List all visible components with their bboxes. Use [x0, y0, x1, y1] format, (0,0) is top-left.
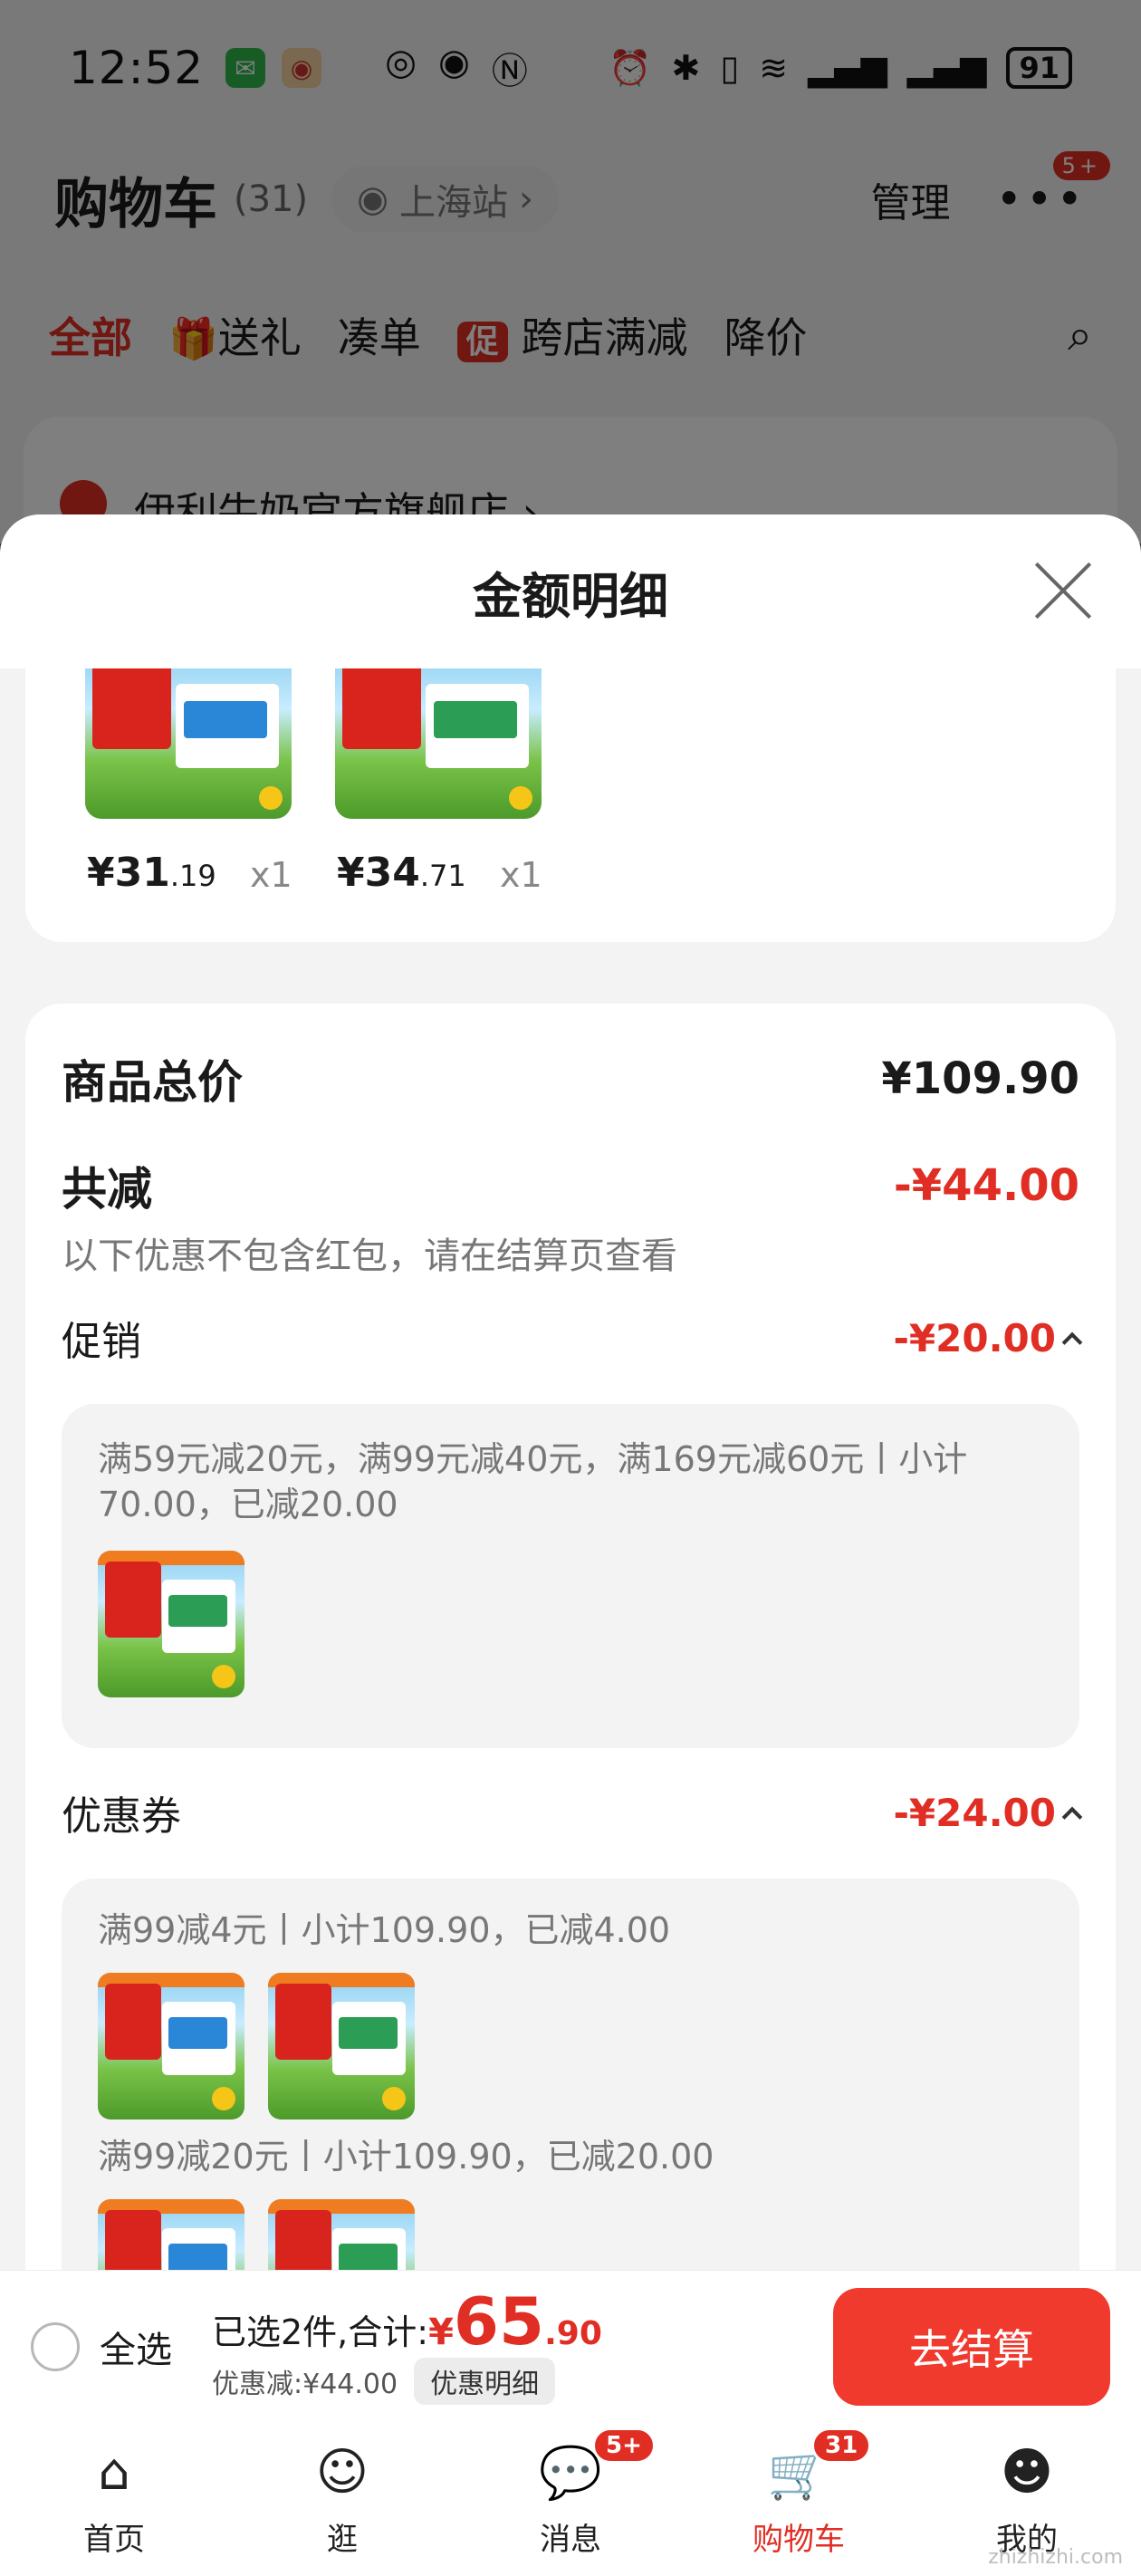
product-price-2: ¥34.71: [337, 850, 466, 896]
watermark: zhizhizhi.com: [988, 2546, 1123, 2569]
discount-line: 优惠减:¥44.00 优惠明细: [212, 2357, 602, 2405]
total-decimal: .90: [544, 2314, 602, 2352]
message-badge: 5+: [592, 2427, 656, 2464]
checkout-button[interactable]: 去结算: [833, 2287, 1110, 2406]
bottom-tab-bar: ⌂ 首页 ☺ 逛 💬 5+ 消息 🛒 31 购物车 ☻ 我的 zhizhizhi…: [0, 2422, 1141, 2576]
close-icon[interactable]: [1031, 558, 1096, 623]
tab-messages-label: 消息: [540, 2521, 601, 2558]
coupon-detail-text-1: 满99减4元丨小计109.90，已减4.00: [98, 1910, 671, 1950]
discount-row: 共减 -¥44.00: [62, 1154, 1079, 1217]
tab-messages[interactable]: 💬 5+ 消息: [456, 2422, 685, 2576]
sheet-title: 金额明细: [473, 567, 668, 625]
sheet-header: 金额明细: [0, 514, 1141, 668]
promo-label: 促销: [62, 1319, 141, 1365]
coupon-row[interactable]: 优惠券 -¥24.00: [62, 1781, 1083, 1844]
selected-text: 已选2件,合计:: [212, 2312, 429, 2352]
subtotal-value: ¥109.90: [881, 1053, 1079, 1104]
tab-home[interactable]: ⌂ 首页: [0, 2422, 228, 2576]
coupon-value: -¥24.00: [893, 1791, 1083, 1835]
subtotal-row: 商品总价 ¥109.90: [62, 1047, 1079, 1110]
discount-text: 优惠减:¥44.00: [212, 2368, 398, 2400]
chevron-up-icon: [1061, 1331, 1083, 1353]
home-icon: ⌂: [98, 2443, 130, 2502]
profile-icon: ☻: [1000, 2443, 1054, 2502]
coupon-product-thumbnail-2[interactable]: [268, 1973, 415, 2119]
discount-label: 共减: [62, 1163, 152, 1216]
discount-value: -¥44.00: [893, 1160, 1079, 1211]
select-all-label[interactable]: 全选: [100, 2321, 172, 2373]
promo-detail-text: 满59元减20元，满99元减40元，满169元减60元丨小计70.00，已减20…: [98, 1439, 968, 1524]
product-price-1: ¥31.19: [87, 850, 216, 896]
tab-cart-label: 购物车: [753, 2521, 845, 2558]
amount-detail-sheet: 金额明细 ¥31.19 x1 ¥34.71 x1 商品总价 ¥109.90 共减…: [0, 514, 1141, 2576]
coupon-detail-text-2: 满99减20元丨小计109.90，已减20.00: [98, 2137, 714, 2177]
tab-home-label: 首页: [83, 2521, 145, 2558]
product-qty-2: x1: [500, 855, 542, 895]
subtotal-label: 商品总价: [62, 1056, 243, 1109]
browse-icon: ☺: [315, 2443, 369, 2502]
promo-row[interactable]: 促销 -¥20.00: [62, 1306, 1083, 1370]
discount-note: 以下优惠不包含红包，请在结算页查看: [62, 1235, 677, 1277]
total-line: 已选2件,合计: ¥ 65 .90: [212, 2289, 602, 2354]
tab-browse[interactable]: ☺ 逛: [228, 2422, 456, 2576]
tab-cart[interactable]: 🛒 31 购物车: [685, 2422, 913, 2576]
totals: 已选2件,合计: ¥ 65 .90 优惠减:¥44.00 优惠明细: [212, 2289, 602, 2405]
tab-browse-label: 逛: [327, 2521, 358, 2558]
coupon-product-thumbnail-1[interactable]: [98, 1973, 244, 2119]
cart-badge: 31: [811, 2427, 872, 2464]
product-thumbnail-1[interactable]: [85, 668, 292, 819]
checkout-bar: 全选 已选2件,合计: ¥ 65 .90 优惠减:¥44.00 优惠明细 去结算: [0, 2270, 1141, 2422]
total-currency: ¥: [428, 2311, 454, 2353]
promo-value: -¥20.00: [893, 1316, 1083, 1360]
chevron-up-icon: [1061, 1806, 1083, 1828]
promo-product-thumbnail[interactable]: [98, 1551, 244, 1697]
discount-detail-button[interactable]: 优惠明细: [414, 2357, 556, 2405]
coupon-label: 优惠券: [62, 1793, 181, 1840]
product-thumbnail-2[interactable]: [335, 668, 542, 819]
product-list-card: ¥31.19 x1 ¥34.71 x1: [25, 668, 1116, 942]
product-qty-1: x1: [250, 855, 292, 895]
promo-detail-box: 满59元减20元，满99元减40元，满169元减60元丨小计70.00，已减20…: [62, 1404, 1079, 1748]
total-integer: 65: [453, 2283, 545, 2360]
select-all-checkbox[interactable]: [31, 2321, 80, 2371]
